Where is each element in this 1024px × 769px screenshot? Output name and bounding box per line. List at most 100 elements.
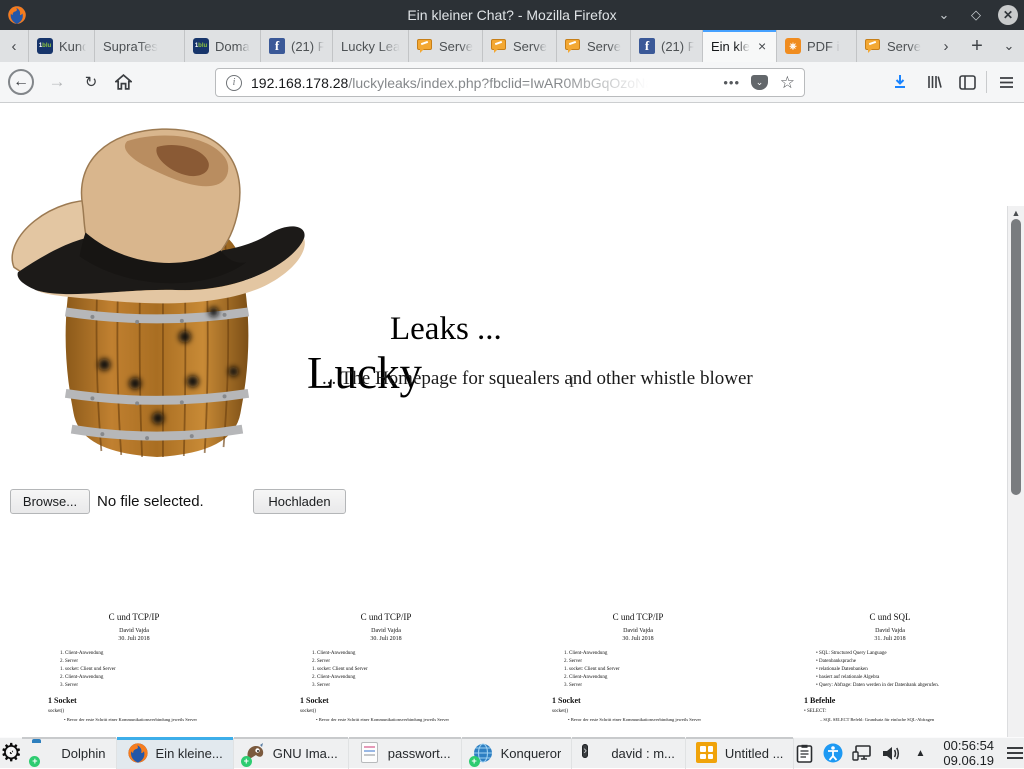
- site-info-icon[interactable]: i: [226, 75, 242, 91]
- doc-list-item: • relationale Datenbanken: [816, 666, 1016, 674]
- task-gimp[interactable]: + GNU Ima...: [234, 738, 349, 769]
- upload-button[interactable]: Hochladen: [253, 489, 346, 514]
- task-untitled-presentation[interactable]: Untitled ...: [686, 738, 795, 769]
- doc-author: David Vajda: [260, 628, 512, 634]
- sidebar-toggle-icon[interactable]: [954, 69, 980, 95]
- back-button[interactable]: ←: [8, 69, 34, 95]
- tab-server-4[interactable]: Serve: [856, 30, 932, 62]
- new-tab-button[interactable]: +: [960, 30, 994, 62]
- window-titlebar: Ein kleiner Chat? - Mozilla Firefox ⌄ ◇ …: [0, 0, 1024, 30]
- doc-section-heading: 1 Befehle: [804, 696, 1016, 705]
- doc-code-line: socket(): [552, 709, 764, 714]
- display-network-icon[interactable]: [852, 743, 872, 763]
- doc-date: 30. Juli 2018: [260, 636, 512, 642]
- tab-facebook-2[interactable]: f (21) F: [630, 30, 702, 62]
- doc-author: David Vajda: [512, 628, 764, 634]
- doc-list-item: 2. Server: [312, 658, 512, 666]
- browse-button[interactable]: Browse...: [10, 489, 90, 514]
- volume-icon[interactable]: [881, 743, 901, 763]
- pocket-icon[interactable]: ⌄: [751, 75, 768, 90]
- firefox-icon: [7, 5, 27, 25]
- tab-server-2[interactable]: Serve: [482, 30, 556, 62]
- doc-list-item: 2. Client-Anwendung: [60, 674, 260, 682]
- tab-domain[interactable]: 1blu Doma: [184, 30, 260, 62]
- page-actions-icon[interactable]: •••: [723, 75, 740, 90]
- doc-footer-line: • Bevor der erste Schritt einer Kommunik…: [568, 717, 764, 722]
- pdf-icon: ⎈: [785, 38, 801, 54]
- text-cursor-icon: I: [569, 375, 574, 392]
- doc-list-item: 1. socket: Client und Server: [312, 666, 512, 674]
- doc-list-item: • Query: Abfrage: Daten werden in der Da…: [816, 682, 1016, 690]
- doc-footer-line: • Bevor der erste Schritt einer Kommunik…: [316, 717, 512, 722]
- page-subtitle-heading: Leaks ...: [390, 311, 502, 348]
- bookmark-star-icon[interactable]: ☆: [780, 73, 795, 93]
- digital-clock[interactable]: 00:56:54 09.06.19: [939, 738, 998, 768]
- vertical-scrollbar[interactable]: ▲ ▼: [1007, 206, 1024, 737]
- task-konsole[interactable]: › david : m...: [572, 738, 686, 769]
- scrollbar-thumb[interactable]: [1011, 219, 1021, 495]
- doc-title: C und TCP/IP: [260, 612, 512, 622]
- tab-close-icon[interactable]: ×: [758, 38, 766, 54]
- url-path: /luckyleaks/index.php?fbclid=IwAR0MbGqOz…: [348, 75, 648, 91]
- maximize-button[interactable]: ◇: [966, 5, 986, 25]
- kde-application-launcher[interactable]: ⚙ K: [0, 738, 22, 769]
- task-dolphin[interactable]: + Dolphin: [22, 738, 116, 769]
- library-icon[interactable]: [921, 69, 947, 95]
- close-button[interactable]: ✕: [998, 5, 1018, 25]
- tab-kunde[interactable]: 1blu Kund: [28, 30, 94, 62]
- tab-supratest[interactable]: SupraTes: [94, 30, 184, 62]
- firefox-icon: [127, 742, 149, 764]
- doc-list-item: 2. Client-Anwendung: [312, 674, 512, 682]
- document-thumbnail[interactable]: C und SQL David Vajda 31. Juli 2018 • SQ…: [764, 608, 1016, 737]
- task-passwort-file[interactable]: passwort...: [349, 738, 462, 769]
- window-title: Ein kleiner Chat? - Mozilla Firefox: [0, 7, 1024, 23]
- scroll-up-icon[interactable]: ▲: [1008, 206, 1024, 220]
- tab-scroll-left-icon[interactable]: ‹: [0, 30, 28, 62]
- doc-date: 30. Juli 2018: [512, 636, 764, 642]
- doc-list-item: 1. Client-Anwendung: [60, 650, 260, 658]
- doc-list-item: 3. Server: [312, 682, 512, 690]
- document-thumbnails-row: C und TCP/IP David Vajda 30. Juli 2018 1…: [8, 608, 1016, 737]
- doc-author: David Vajda: [764, 628, 1016, 634]
- panel-menu-icon[interactable]: [1007, 747, 1024, 759]
- reload-icon[interactable]: ↻: [78, 69, 104, 95]
- document-thumbnail[interactable]: C und TCP/IP David Vajda 30. Juli 2018 1…: [260, 608, 512, 737]
- doc-list-item: • Datenbanksprache: [816, 658, 1016, 666]
- doc-list-item: 1. socket: Client und Server: [60, 666, 260, 674]
- document-thumbnail[interactable]: C und TCP/IP David Vajda 30. Juli 2018 1…: [8, 608, 260, 737]
- task-konqueror[interactable]: + Konqueror: [462, 738, 573, 769]
- task-firefox[interactable]: Ein kleine...: [117, 738, 234, 769]
- tab-ein-kleiner-chat[interactable]: Ein kle ×: [702, 30, 776, 62]
- hamburger-menu-icon[interactable]: [993, 69, 1019, 95]
- home-icon[interactable]: [110, 69, 136, 95]
- tab-list-dropdown-icon[interactable]: ⌄: [994, 30, 1024, 62]
- doc-section-heading: 1 Socket: [552, 696, 764, 705]
- doc-title: C und SQL: [764, 612, 1016, 622]
- clock-date: 09.06.19: [943, 753, 994, 768]
- tab-pdf[interactable]: ⎈ PDF i: [776, 30, 856, 62]
- doc-section-heading: 1 Socket: [48, 696, 260, 705]
- system-tray: ▲ 00:56:54 09.06.19: [794, 738, 1024, 768]
- taskbar: ⚙ K + Dolphin Ein kleine... + GNU Ima...…: [0, 737, 1024, 768]
- tray-expand-icon[interactable]: ▲: [910, 743, 930, 763]
- plus-badge-icon: +: [241, 756, 252, 767]
- document-thumbnail[interactable]: C und TCP/IP David Vajda 30. Juli 2018 1…: [512, 608, 764, 737]
- url-bar[interactable]: i 192.168.178.28 /luckyleaks/index.php?f…: [215, 68, 805, 97]
- accessibility-icon[interactable]: [823, 743, 843, 763]
- tab-server-3[interactable]: Serve: [556, 30, 630, 62]
- tab-scroll-right-icon[interactable]: ›: [932, 30, 960, 62]
- tab-server-1[interactable]: Serve: [408, 30, 482, 62]
- navigation-toolbar: ← → ↻ i 192.168.178.28 /luckyleaks/index…: [0, 62, 1024, 103]
- clipboard-icon[interactable]: [794, 743, 814, 763]
- doc-list-item: 2. Server: [60, 658, 260, 666]
- chat-bubble-icon: [417, 38, 433, 54]
- globe-icon: +: [472, 742, 494, 764]
- doc-code-line: socket(): [48, 709, 260, 714]
- minimize-button[interactable]: ⌄: [934, 5, 954, 25]
- forward-button[interactable]: →: [44, 69, 70, 95]
- facebook-icon: f: [269, 38, 285, 54]
- downloads-icon[interactable]: [887, 69, 913, 95]
- tab-facebook-1[interactable]: f (21) F: [260, 30, 332, 62]
- tab-lucky-leaks[interactable]: Lucky Lea: [332, 30, 408, 62]
- doc-list-item: • SQL: Structured Query Language: [816, 650, 1016, 658]
